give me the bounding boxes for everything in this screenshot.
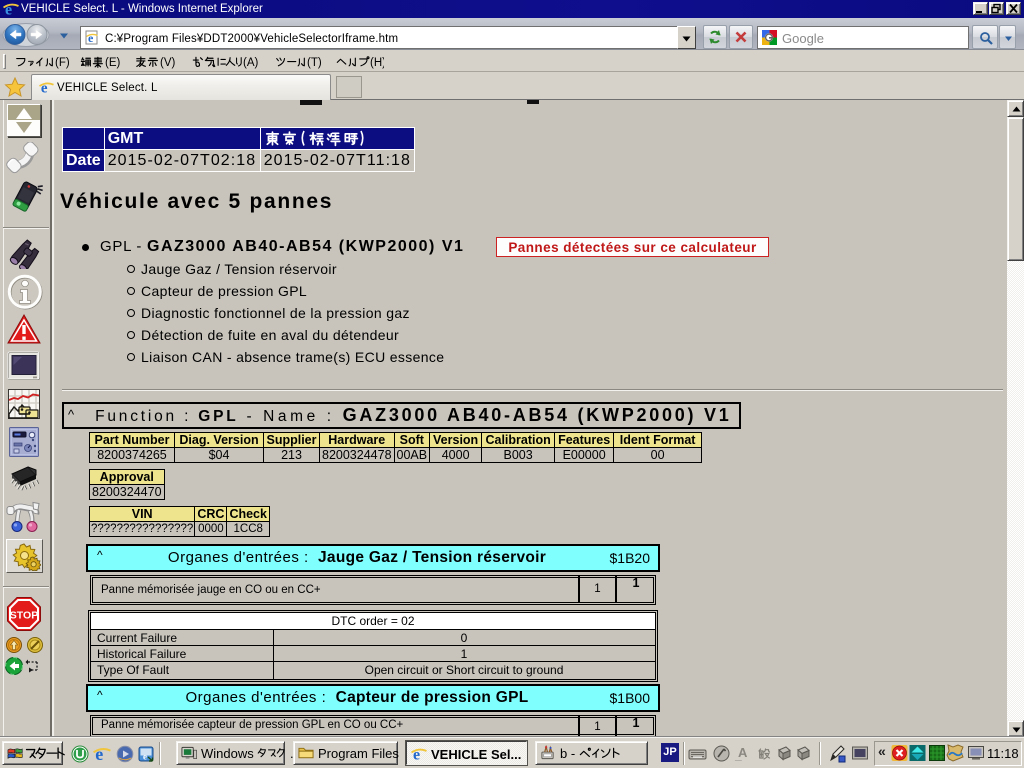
svg-text:e: e	[143, 752, 147, 762]
svg-text:(H): (H)	[370, 57, 384, 69]
svg-text:(A): (A)	[243, 57, 259, 69]
svg-text:STOP: STOP	[10, 610, 38, 622]
svg-text:e: e	[88, 31, 94, 45]
svg-text:(V): (V)	[160, 57, 176, 69]
svg-text:(T): (T)	[307, 57, 322, 69]
svg-text:(E): (E)	[105, 57, 121, 69]
svg-text:e: e	[95, 745, 103, 763]
svg-text:(F): (F)	[55, 57, 70, 69]
